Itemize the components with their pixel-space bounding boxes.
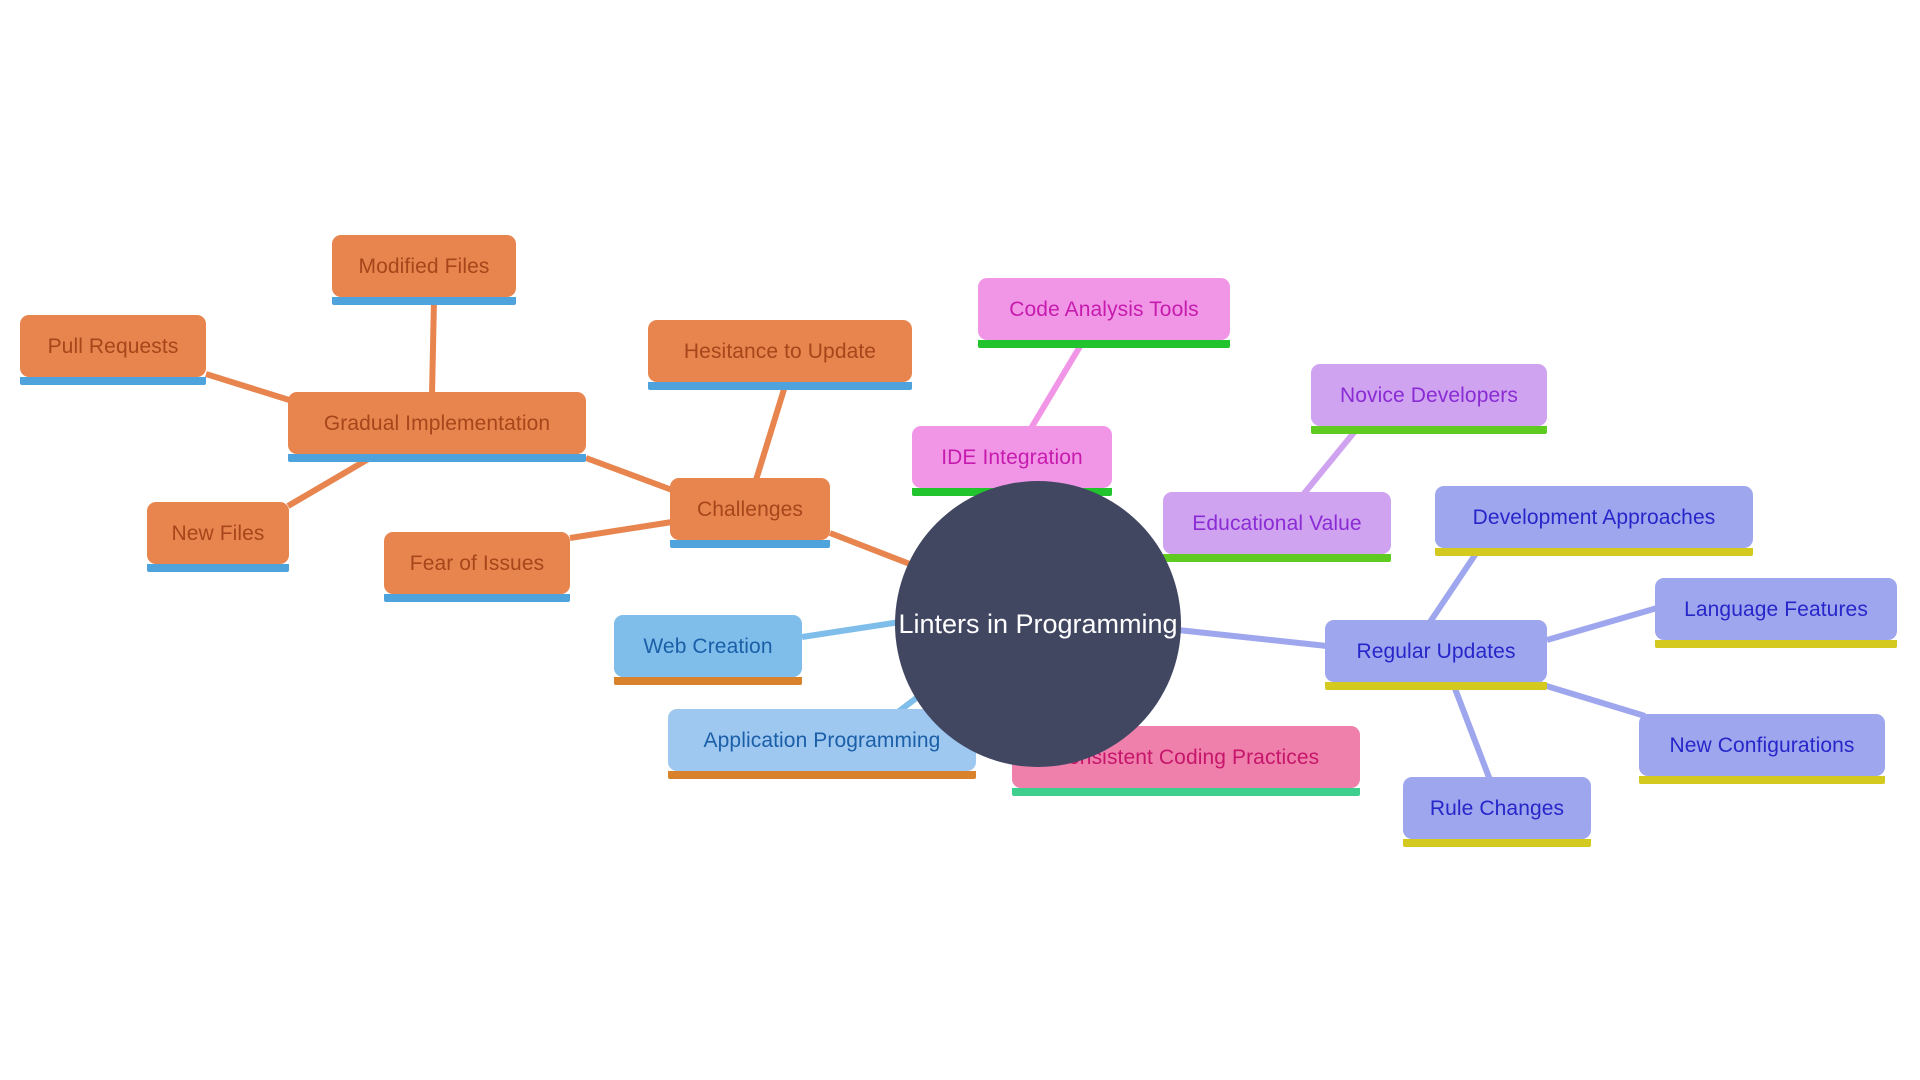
node-educational-value[interactable]: Educational Value [1163,492,1391,562]
node-modified-files[interactable]: Modified Files [332,235,516,305]
node-label-rule-changes: Rule Changes [1429,796,1565,820]
node-underline-code-analysis-tools [978,340,1230,348]
node-label-pull-requests: Pull Requests [47,334,179,358]
node-novice-developers[interactable]: Novice Developers [1311,364,1547,434]
edge-gradual-implementation-to-challenges [584,455,674,493]
node-underline-challenges [670,540,830,548]
node-fear-of-issues[interactable]: Fear of Issues [384,532,570,602]
node-pull-requests[interactable]: Pull Requests [20,315,206,385]
node-web-creation[interactable]: Web Creation [614,615,802,685]
node-label-modified-files: Modified Files [358,254,490,278]
node-underline-consistent-coding-practices [1012,788,1360,796]
node-underline-new-files [147,564,289,572]
node-regular-updates[interactable]: Regular Updates [1325,620,1547,690]
edge-regular-updates-to-new-configurations [1539,681,1646,719]
node-language-features[interactable]: Language Features [1655,578,1897,648]
node-underline-educational-value [1163,554,1391,562]
edge-modified-files-to-gradual-implementation [429,299,437,396]
node-label-development-approaches: Development Approaches [1472,505,1716,529]
edge-web-creation-to-center [801,619,901,640]
node-label-new-configurations: New Configurations [1669,733,1855,757]
node-underline-regular-updates [1325,682,1547,690]
node-ide-integration[interactable]: IDE Integration [912,426,1112,496]
node-underline-web-creation [614,677,802,685]
node-underline-hesitance-to-update [648,382,912,390]
edge-challenges-to-center [828,530,917,569]
edge-regular-updates-to-rule-changes [1451,684,1493,782]
edge-hesitance-to-update-to-challenges [753,385,788,481]
node-challenges[interactable]: Challenges [670,478,830,548]
node-label-hesitance-to-update: Hesitance to Update [683,339,877,363]
edge-code-analysis-tools-to-ide-integration [1027,341,1085,432]
node-underline-rule-changes [1403,839,1591,847]
node-underline-development-approaches [1435,548,1753,556]
node-gradual-implementation[interactable]: Gradual Implementation [288,392,586,462]
node-label-web-creation: Web Creation [643,634,773,658]
node-underline-gradual-implementation [288,454,586,462]
node-underline-new-configurations [1639,776,1885,784]
node-hesitance-to-update[interactable]: Hesitance to Update [648,320,912,390]
edge-development-approaches-to-regular-updates [1427,550,1480,624]
edge-fear-of-issues-to-challenges [569,519,673,541]
node-underline-application-programming [668,771,976,779]
node-label-fear-of-issues: Fear of Issues [409,551,545,575]
node-underline-novice-developers [1311,426,1547,434]
node-label-application-programming: Application Programming [703,728,941,752]
node-label-code-analysis-tools: Code Analysis Tools [1009,297,1199,321]
node-label-language-features: Language Features [1684,597,1868,621]
node-label-ide-integration: IDE Integration [941,445,1083,469]
node-label-challenges: Challenges [696,497,804,521]
node-development-approaches[interactable]: Development Approaches [1435,486,1753,556]
node-label-novice-developers: Novice Developers [1340,383,1518,407]
node-label-educational-value: Educational Value [1192,511,1362,535]
node-rule-changes[interactable]: Rule Changes [1403,777,1591,847]
node-underline-language-features [1655,640,1897,648]
mindmap-canvas: Modified Files Pull Requests Gradual Imple… [0,0,1920,1080]
edge-center-to-regular-updates [1177,627,1328,649]
center-node-label: Linters in Programming [898,608,1178,639]
node-label-regular-updates: Regular Updates [1356,639,1516,663]
node-underline-modified-files [332,297,516,305]
node-label-gradual-implementation: Gradual Implementation [323,411,551,435]
node-new-files[interactable]: New Files [147,502,289,572]
center-node[interactable]: Linters in Programming [895,481,1181,767]
node-code-analysis-tools[interactable]: Code Analysis Tools [978,278,1230,348]
edge-new-files-to-gradual-implementation [286,455,372,509]
edge-regular-updates-to-language-features [1546,605,1658,643]
node-new-configurations[interactable]: New Configurations [1639,714,1885,784]
node-underline-fear-of-issues [384,594,570,602]
node-label-new-files: New Files [171,521,265,545]
edge-novice-developers-to-educational-value [1299,428,1359,498]
node-underline-pull-requests [20,377,206,385]
